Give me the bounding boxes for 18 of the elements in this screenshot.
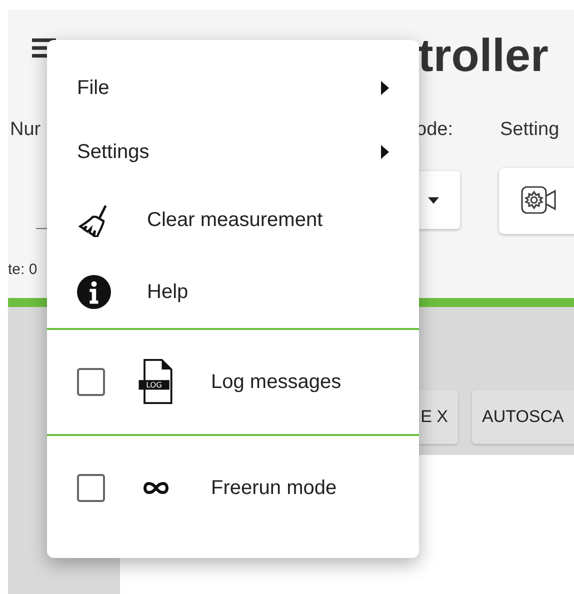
menu-item[interactable]: Help [47, 256, 419, 328]
menu-item[interactable]: Clear measurement [47, 184, 419, 256]
menu-item[interactable]: File [47, 56, 419, 120]
menu-item[interactable]: Settings [47, 120, 419, 184]
checkbox[interactable] [77, 368, 105, 396]
submenu-arrow-icon [381, 145, 389, 159]
status-text: te: 0 [8, 261, 38, 278]
app-title: troller [418, 28, 548, 82]
field-label: Nur [10, 119, 41, 141]
menu-item[interactable]: LOG Log messages [47, 330, 419, 434]
camera-settings-button[interactable] [499, 168, 574, 234]
camera-gear-icon [521, 184, 557, 216]
caret-icon [428, 197, 439, 204]
checkbox[interactable] [77, 474, 105, 502]
toolbar-button[interactable]: AUTOSCA [472, 390, 574, 444]
field-label: Setting [500, 119, 560, 141]
info-icon [77, 275, 111, 309]
submenu-arrow-icon [381, 81, 389, 95]
